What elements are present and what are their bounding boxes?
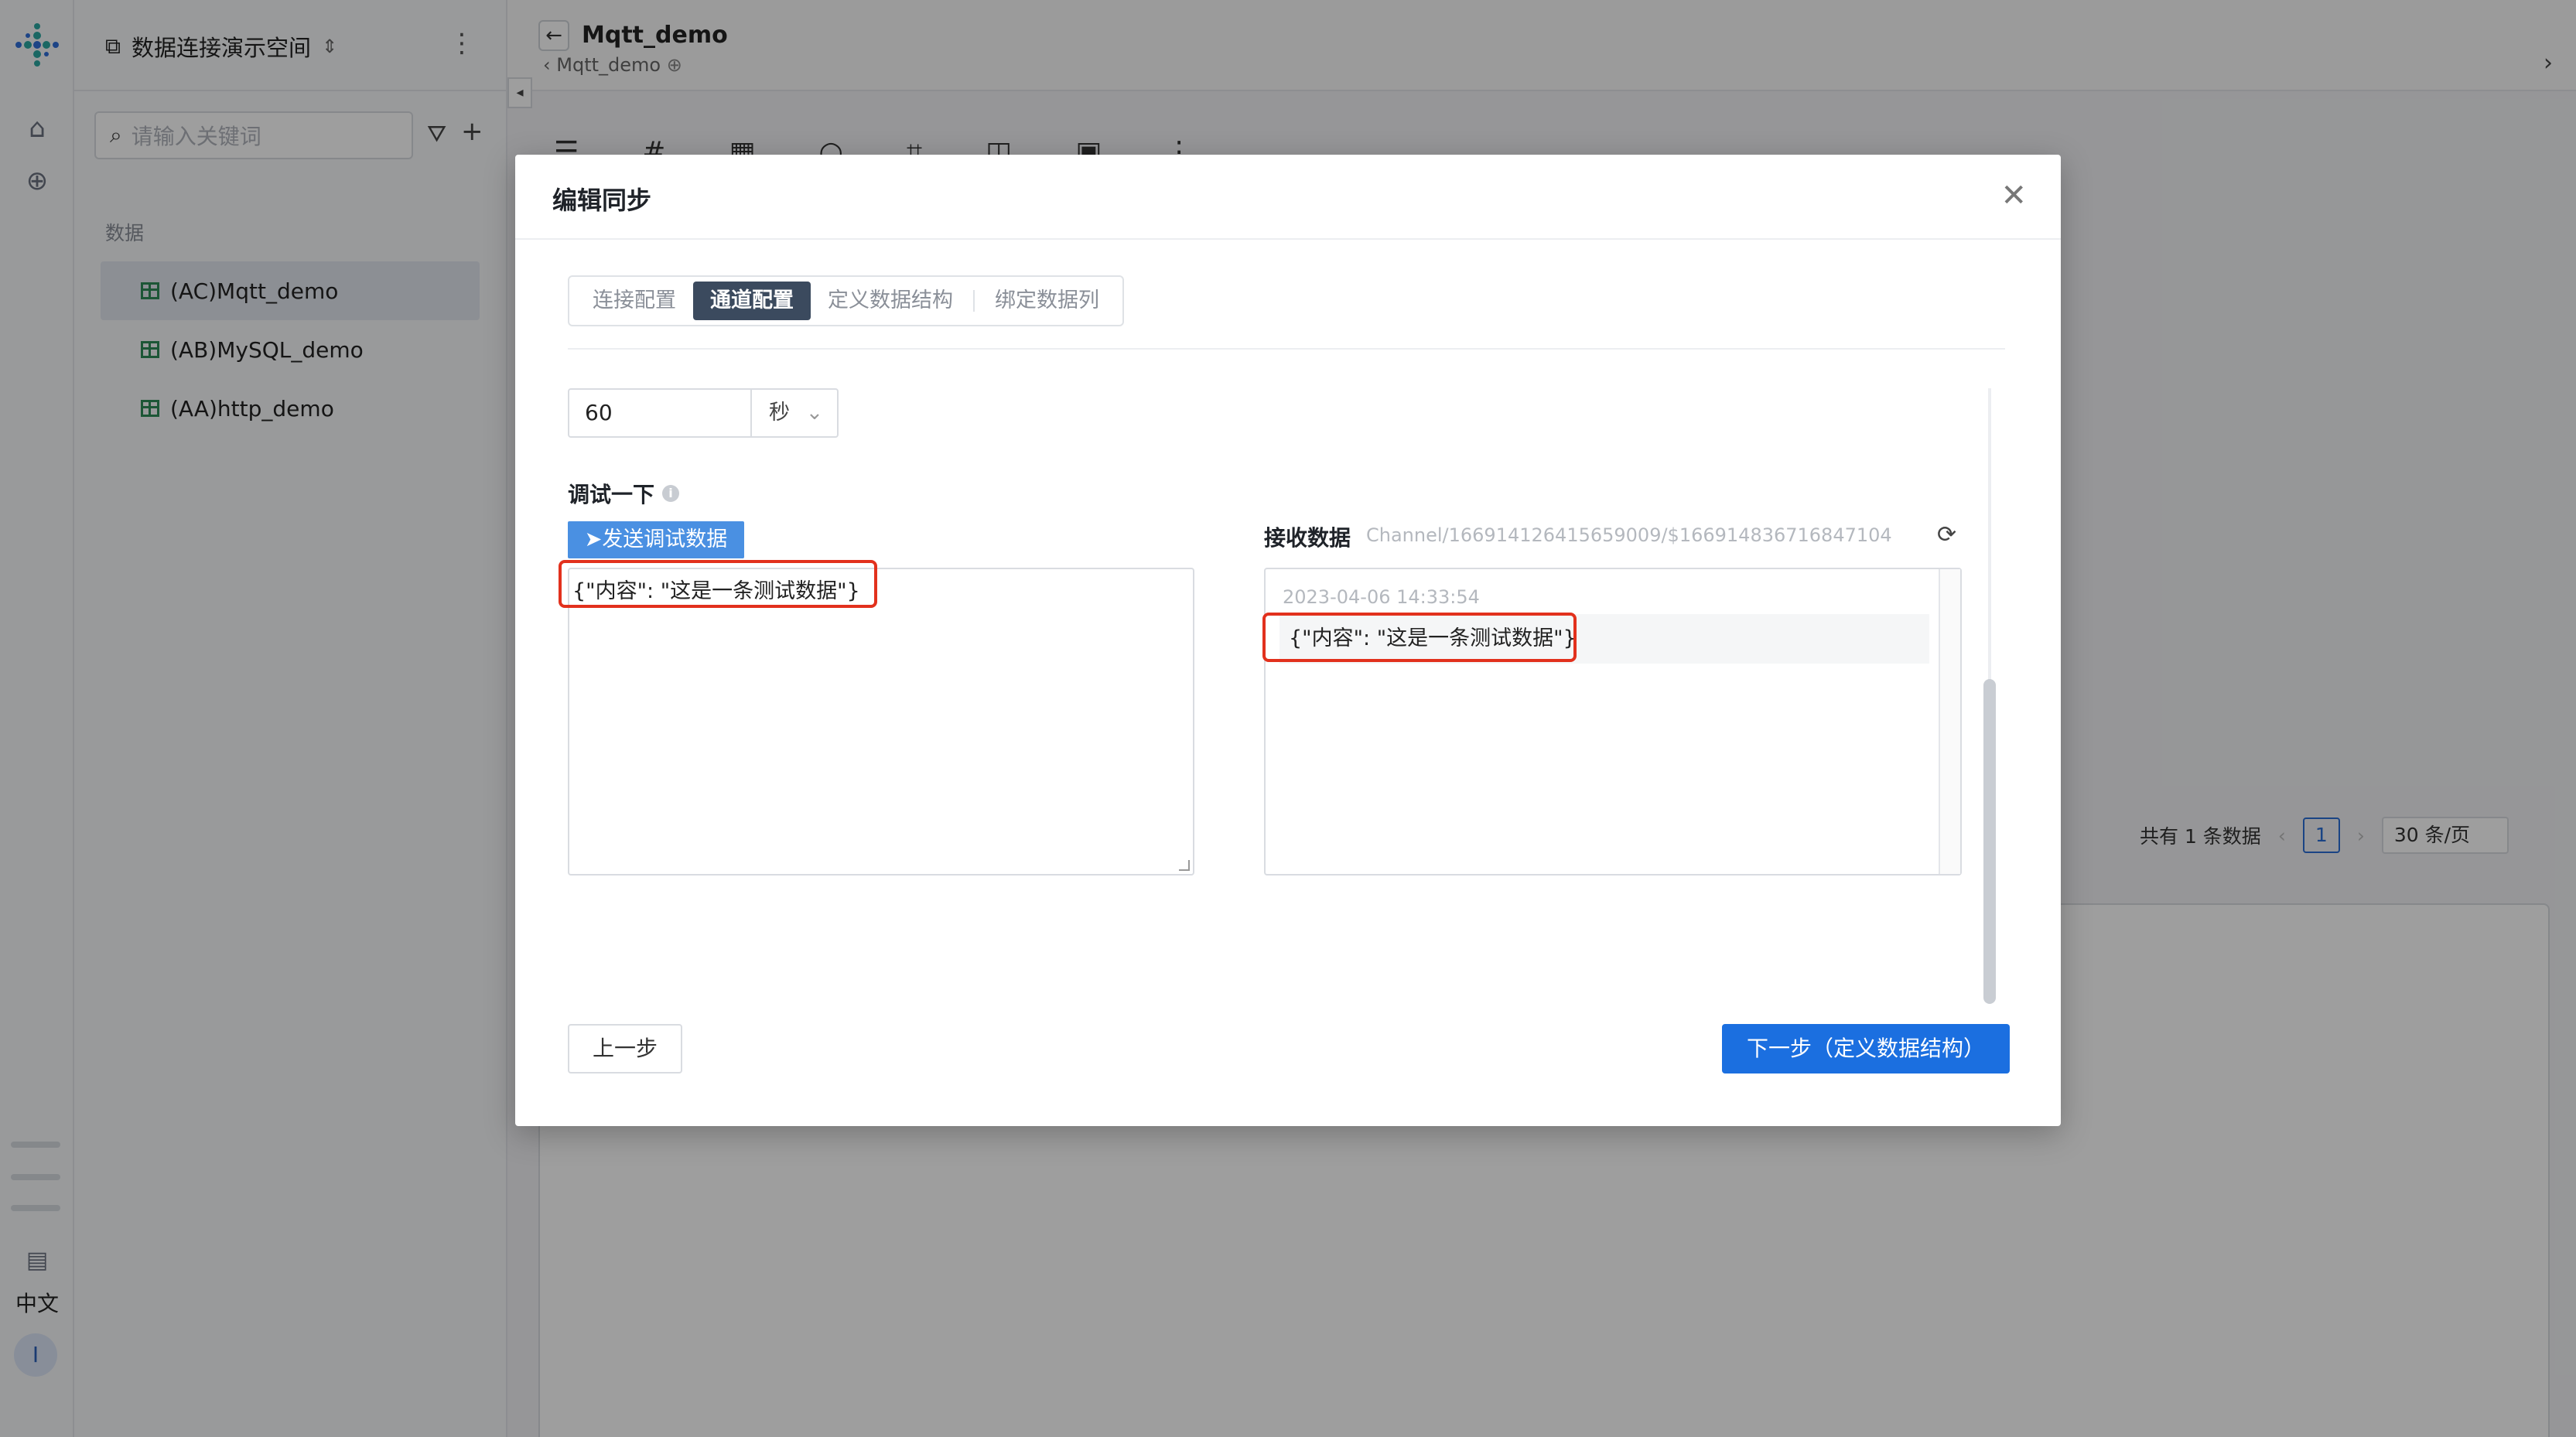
scrollbar-thumb[interactable] <box>1983 679 1996 1004</box>
tab-divider <box>568 348 2005 350</box>
refresh-icon[interactable]: ⟳ <box>1937 521 1956 548</box>
received-timestamp: 2023-04-06 14:33:54 <box>1283 586 1480 608</box>
next-step-button[interactable]: 下一步（定义数据结构） <box>1722 1024 2010 1073</box>
highlight-send-payload <box>559 560 877 608</box>
resize-handle[interactable] <box>1179 860 1190 871</box>
tab-connection-config[interactable]: 连接配置 <box>576 282 693 320</box>
dialog-title: 编辑同步 <box>552 186 652 215</box>
receive-data-label: 接收数据 <box>1264 525 1351 551</box>
dialog-header: 编辑同步 ✕ <box>515 155 2061 240</box>
tab-define-structure[interactable]: 定义数据结构 <box>811 282 970 320</box>
interval-input[interactable]: 60 <box>569 390 752 436</box>
received-scrollbar[interactable] <box>1939 569 1960 874</box>
send-payload-textarea[interactable]: {"内容": "这是一条测试数据"} <box>568 568 1194 876</box>
interval-input-group: 60 秒 ⌄ <box>568 388 839 438</box>
highlight-received-payload <box>1262 613 1577 662</box>
send-icon: ➤ <box>584 527 603 551</box>
close-icon[interactable]: ✕ <box>2000 178 2027 213</box>
debug-section-title: 调试一下 i <box>568 478 680 509</box>
tab-bind-columns[interactable]: 绑定数据列 <box>978 282 1116 320</box>
info-icon[interactable]: i <box>662 485 680 502</box>
tab-channel-config[interactable]: 通道配置 <box>693 282 811 320</box>
debug-label: 调试一下 <box>568 482 655 507</box>
send-test-data-button[interactable]: ➤发送调试数据 <box>568 521 744 558</box>
interval-unit-select[interactable]: 秒 ⌄ <box>752 390 837 436</box>
tab-separator <box>973 290 975 312</box>
chevron-down-icon: ⌄ <box>805 401 824 425</box>
interval-unit-label: 秒 <box>769 401 790 425</box>
step-tabs: 连接配置 通道配置 定义数据结构 绑定数据列 <box>568 275 1124 326</box>
send-button-label: 发送调试数据 <box>602 527 728 551</box>
dialog-scrollbar[interactable] <box>1983 388 1996 1004</box>
edit-sync-dialog: 编辑同步 ✕ 连接配置 通道配置 定义数据结构 绑定数据列 60 秒 ⌄ 调试一… <box>515 155 2061 1126</box>
channel-path: Channel/1669141264156590​09/$16691483671… <box>1366 524 1892 546</box>
prev-step-button[interactable]: 上一步 <box>568 1024 682 1073</box>
